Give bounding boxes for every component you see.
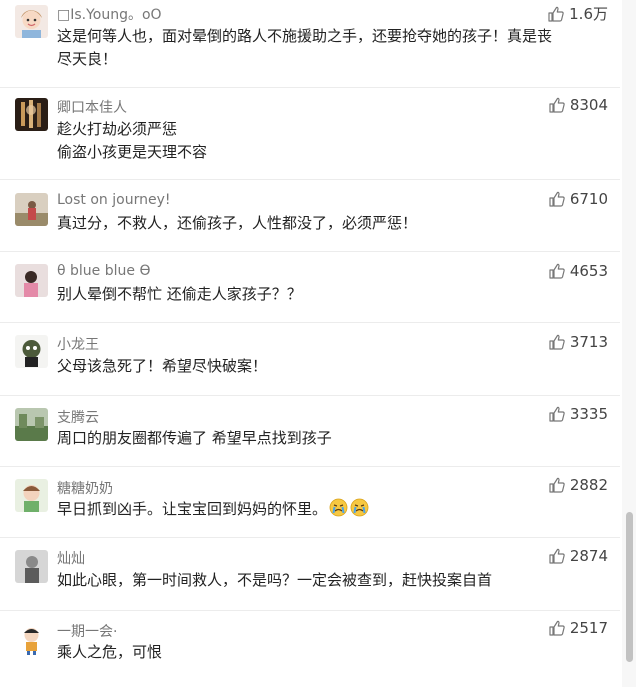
comment-text-line: 别人晕倒不帮忙 还偷走人家孩子？？ xyxy=(57,285,302,303)
like-button[interactable]: 3713 xyxy=(548,333,608,351)
comment-item: 灿灿 如此心眼，第一时间救人，不是吗？一定会被查到，赶快投案自首 2874 xyxy=(0,538,620,611)
thumbs-up-icon xyxy=(548,405,566,423)
like-count: 4653 xyxy=(569,262,608,280)
avatar[interactable] xyxy=(15,550,48,583)
like-button[interactable]: 4653 xyxy=(548,262,608,280)
comment-text-line: 尽天良！ xyxy=(57,50,118,68)
like-button[interactable]: 3335 xyxy=(548,405,608,423)
avatar[interactable] xyxy=(15,98,48,131)
username[interactable]: □Is.Young。oO xyxy=(57,4,162,24)
username[interactable]: Lost on journey! xyxy=(57,192,170,208)
username[interactable]: 支腾云 xyxy=(57,407,99,427)
comment-text-content: 早日抓到凶手。让宝宝回到妈妈的怀里。 xyxy=(57,500,328,518)
scrollbar-track[interactable] xyxy=(622,0,636,687)
comment-text: 周口的朋友圈都传遍了 希望早点找到孩子 xyxy=(57,427,606,450)
comment-text-line: 乘人之危，可恨 xyxy=(57,643,163,661)
thumbs-up-icon xyxy=(548,333,566,351)
comment-text-line: 这是何等人也，面对晕倒的路人不施援助之手，还要抢夺她的孩子！真是丧 xyxy=(57,27,553,45)
comment-text: 这是何等人也，面对晕倒的路人不施援助之手，还要抢夺她的孩子！真是丧 尽天良！ xyxy=(57,25,606,71)
comment-text: 如此心眼，第一时间救人，不是吗？一定会被查到，赶快投案自首 xyxy=(57,569,606,592)
comment-text-line: 如此心眼，第一时间救人，不是吗？一定会被查到，赶快投案自首 xyxy=(57,571,493,589)
like-count: 8304 xyxy=(569,96,608,114)
avatar[interactable] xyxy=(15,623,48,656)
like-count: 6710 xyxy=(569,190,608,208)
like-button[interactable]: 1.6万 xyxy=(547,3,608,24)
username[interactable]: 灿灿 xyxy=(57,548,85,568)
scrollbar-thumb[interactable] xyxy=(626,512,633,662)
comment-item: 支腾云 周口的朋友圈都传遍了 希望早点找到孩子 3335 xyxy=(0,396,620,467)
comment-text: 趁火打劫必须严惩 偷盗小孩更是天理不容 xyxy=(57,118,606,164)
comment-list: □Is.Young。oO 这是何等人也，面对晕倒的路人不施援助之手，还要抢夺她的… xyxy=(0,0,620,687)
comment-text-line: 早日抓到凶手。让宝宝回到妈妈的怀里。 xyxy=(57,498,606,524)
comment-text: 别人晕倒不帮忙 还偷走人家孩子？？ xyxy=(57,283,606,306)
like-button[interactable]: 2874 xyxy=(548,547,608,565)
comment-item: □Is.Young。oO 这是何等人也，面对晕倒的路人不施援助之手，还要抢夺她的… xyxy=(0,0,620,88)
comment-item: 糖糖奶奶 早日抓到凶手。让宝宝回到妈妈的怀里。 2882 xyxy=(0,467,620,538)
comment-item: 一期一会· 乘人之危，可恨 2517 xyxy=(0,611,620,687)
comment-text-line: 真过分，不救人，还偷孩子，人性都没了，必须严惩！ xyxy=(57,214,418,232)
emoji-group xyxy=(329,498,369,524)
thumbs-up-icon xyxy=(548,96,566,114)
crying-face-emoji xyxy=(329,498,348,524)
username[interactable]: 小龙王 xyxy=(57,334,99,354)
like-button[interactable]: 8304 xyxy=(548,96,608,114)
comment-text: 乘人之危，可恨 xyxy=(57,641,606,664)
comment-item: 小龙王 父母该急死了！希望尽快破案！ 3713 xyxy=(0,323,620,396)
avatar[interactable] xyxy=(15,479,48,512)
comment-text-line: 趁火打劫必须严惩 xyxy=(57,120,178,138)
comment-text-line: 父母该急死了！希望尽快破案！ xyxy=(57,357,268,375)
thumbs-up-icon xyxy=(548,262,566,280)
thumbs-up-icon xyxy=(548,547,566,565)
username[interactable]: 糖糖奶奶 xyxy=(57,478,113,498)
comment-text-line: 偷盗小孩更是天理不容 xyxy=(57,143,208,161)
comment-text-line: 周口的朋友圈都传遍了 希望早点找到孩子 xyxy=(57,429,332,447)
like-button[interactable]: 6710 xyxy=(548,190,608,208)
like-count: 2874 xyxy=(569,547,608,565)
avatar[interactable] xyxy=(15,264,48,297)
username[interactable]: 卿口本佳人 xyxy=(57,97,127,117)
comment-item: Lost on journey! 真过分，不救人，还偷孩子，人性都没了，必须严惩… xyxy=(0,180,620,252)
thumbs-up-icon xyxy=(548,619,566,637)
comment-text: 真过分，不救人，还偷孩子，人性都没了，必须严惩！ xyxy=(57,212,606,235)
comment-text: 父母该急死了！希望尽快破案！ xyxy=(57,355,606,378)
like-count: 3713 xyxy=(569,333,608,351)
comment-item: 卿口本佳人 趁火打劫必须严惩 偷盗小孩更是天理不容 8304 xyxy=(0,88,620,180)
username[interactable]: θ blue blue ϴ xyxy=(57,263,150,279)
like-count: 2882 xyxy=(569,476,608,494)
thumbs-up-icon xyxy=(548,476,566,494)
avatar[interactable] xyxy=(15,335,48,368)
avatar[interactable] xyxy=(15,408,48,441)
avatar[interactable] xyxy=(15,193,48,226)
comment-item: θ blue blue ϴ 别人晕倒不帮忙 还偷走人家孩子？？ 4653 xyxy=(0,252,620,323)
like-count: 3335 xyxy=(569,405,608,423)
comment-text: 早日抓到凶手。让宝宝回到妈妈的怀里。 xyxy=(57,498,606,524)
thumbs-up-icon xyxy=(547,5,565,23)
like-button[interactable]: 2882 xyxy=(548,476,608,494)
crying-face-emoji xyxy=(350,498,369,524)
avatar[interactable] xyxy=(15,5,48,38)
like-count: 2517 xyxy=(569,619,608,637)
like-count: 1.6万 xyxy=(569,5,608,23)
thumbs-up-icon xyxy=(548,190,566,208)
like-button[interactable]: 2517 xyxy=(548,619,608,637)
username[interactable]: 一期一会· xyxy=(57,621,117,641)
